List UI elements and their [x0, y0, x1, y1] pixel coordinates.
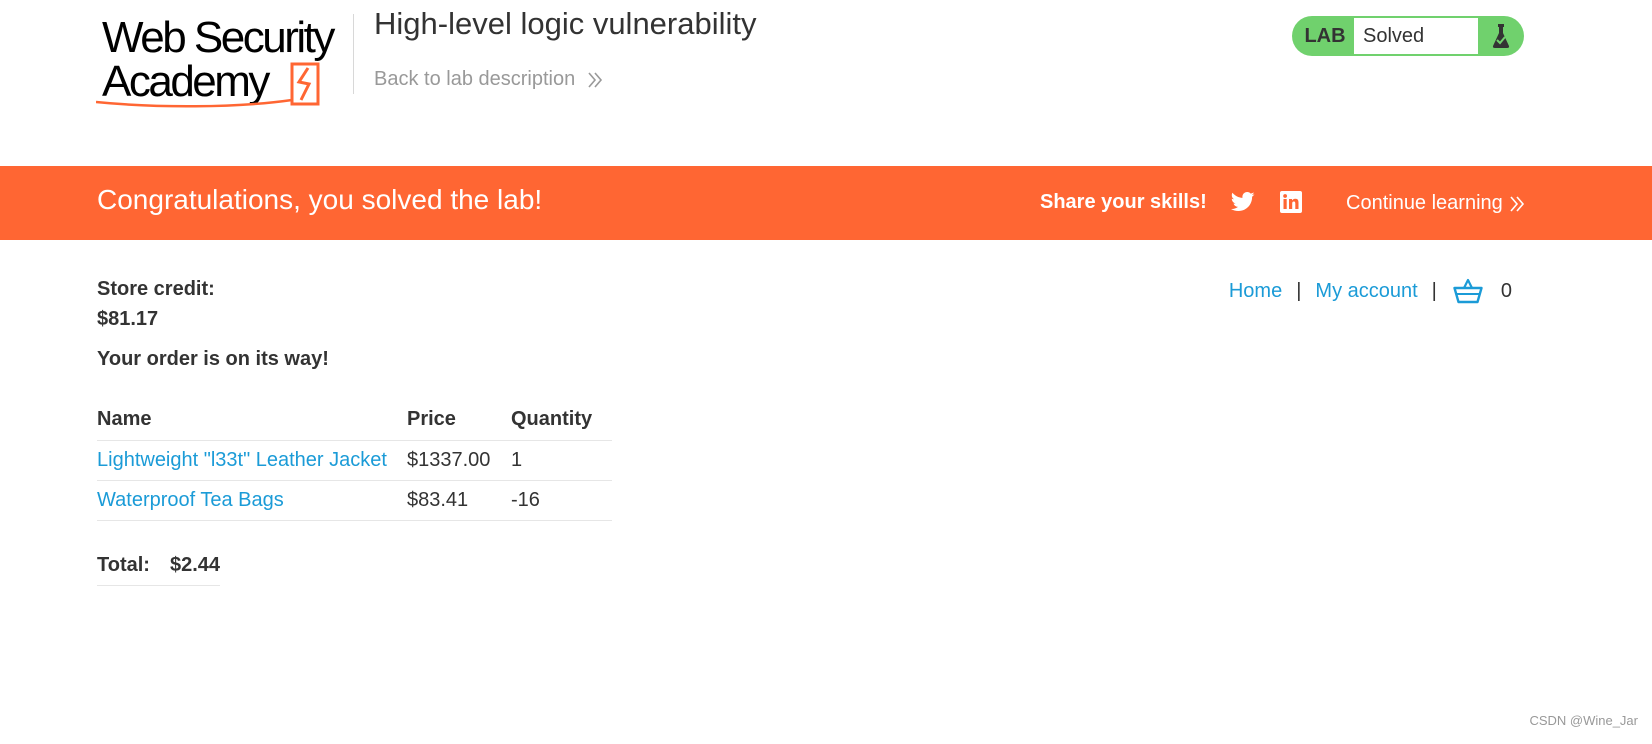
lab-title: High-level logic vulnerability [374, 6, 757, 41]
quantity-cell: 1 [511, 440, 613, 481]
header-divider [353, 14, 354, 94]
cart-count: 0 [1500, 279, 1512, 302]
flask-icon [1478, 16, 1524, 56]
double-chevron-right-icon [1509, 195, 1525, 213]
home-link[interactable]: Home [1229, 280, 1282, 303]
twitter-icon[interactable] [1230, 191, 1255, 213]
product-name-cell: Lightweight "l33t" Leather Jacket [97, 440, 407, 481]
share-skills-label: Share your skills! [1040, 191, 1207, 213]
table-row: Waterproof Tea Bags $83.41 -16 [97, 480, 613, 521]
continue-learning-link[interactable]: Continue learning [1346, 192, 1525, 215]
congratulations-message: Congratulations, you solved the lab! [97, 184, 543, 215]
watermark: CSDN @Wine_Jar [1529, 713, 1638, 728]
order-total-table: Total: $2.44 [97, 548, 221, 586]
total-row: Total: $2.44 [97, 548, 221, 586]
nav-separator: | [1431, 279, 1437, 302]
lab-status-widget: LAB Solved [1292, 16, 1524, 56]
table-row: Lightweight "l33t" Leather Jacket $1337.… [97, 440, 613, 481]
lab-status-text: Solved [1354, 18, 1478, 54]
price-cell: $83.41 [407, 480, 511, 521]
nav-separator: | [1296, 279, 1302, 302]
column-header-price: Price [407, 400, 511, 441]
product-name-cell: Waterproof Tea Bags [97, 480, 407, 521]
logo-lightning-icon [96, 62, 320, 108]
my-account-link[interactable]: My account [1315, 280, 1417, 303]
product-link[interactable]: Lightweight "l33t" Leather Jacket [97, 449, 387, 471]
lab-tag: LAB [1304, 24, 1346, 47]
store-credit-label: Store credit: [97, 278, 215, 300]
order-confirmation-message: Your order is on its way! [97, 348, 329, 370]
quantity-cell: -16 [511, 480, 613, 521]
total-label: Total: [97, 548, 170, 586]
top-navigation: Home | My account | 0 [1229, 278, 1512, 304]
price-cell: $1337.00 [407, 440, 511, 481]
column-header-quantity: Quantity [511, 400, 613, 441]
solved-banner: Congratulations, you solved the lab! Sha… [0, 166, 1652, 240]
back-to-lab-description-link[interactable]: Back to lab description [374, 68, 603, 91]
order-items-table: Name Price Quantity Lightweight "l33t" L… [97, 400, 613, 521]
back-link-label: Back to lab description [374, 68, 576, 90]
double-chevron-right-icon [587, 71, 603, 89]
web-security-academy-logo[interactable]: Web Security Academy [96, 12, 352, 108]
store-credit-value: $81.17 [97, 308, 159, 330]
linkedin-icon[interactable] [1280, 191, 1302, 213]
continue-learning-label: Continue learning [1346, 192, 1503, 214]
basket-icon[interactable] [1453, 278, 1483, 304]
column-header-name: Name [97, 400, 407, 441]
table-header-row: Name Price Quantity [97, 400, 613, 441]
page-header: Web Security Academy High-level logic vu… [0, 0, 1652, 166]
total-value: $2.44 [169, 548, 221, 586]
product-link[interactable]: Waterproof Tea Bags [97, 489, 284, 511]
